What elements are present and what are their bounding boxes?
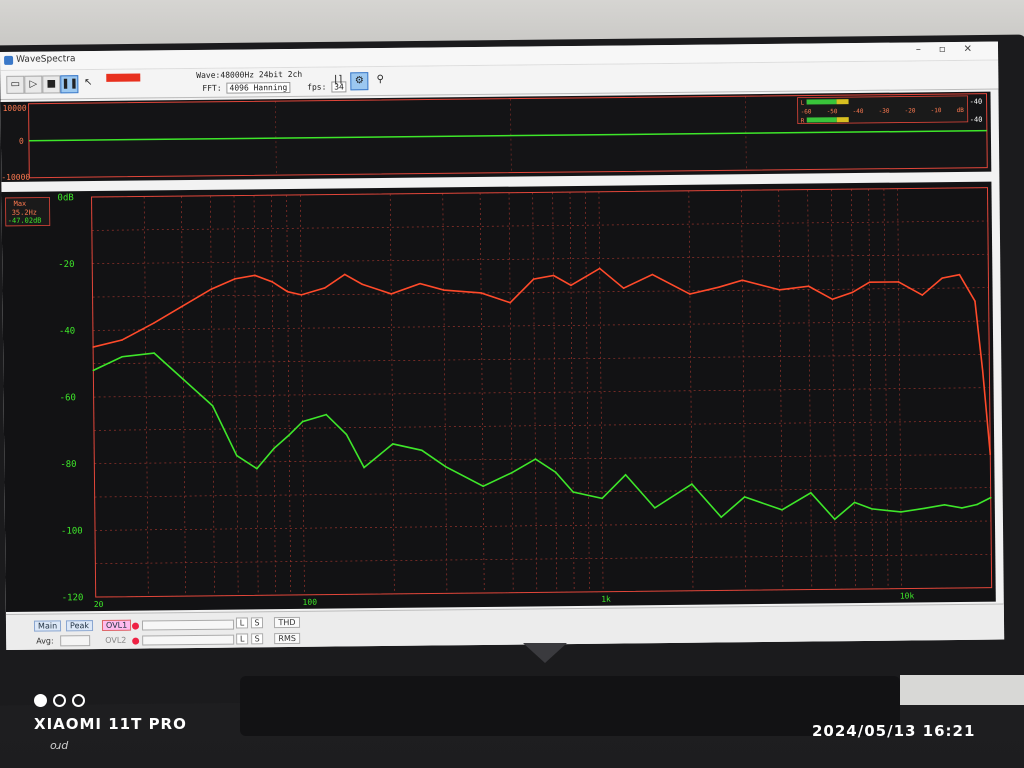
y-tick-label: -100 <box>61 526 83 536</box>
meter-scale: dB <box>957 107 965 114</box>
thd-button[interactable]: THD <box>273 616 301 629</box>
wave-y-mid: 0 <box>19 137 24 146</box>
s-button-2[interactable]: S <box>251 633 264 645</box>
level-slider-1[interactable] <box>141 619 235 631</box>
fps-label: fps: <box>307 82 327 92</box>
watermark-model: XIAOMI 11T PRO <box>34 715 187 733</box>
fft-info: FFT: 4096 Hanning fps: 34 <box>202 81 347 94</box>
grid-line-horizontal <box>92 254 989 265</box>
fft-label: FFT: <box>202 83 222 93</box>
waveform-panel: 10000 0 -10000 5 10 15 ms 20 L -60 -50 -… <box>0 91 992 187</box>
ovl1-led <box>131 622 140 630</box>
level-slider-2[interactable] <box>142 634 235 646</box>
grid-line-horizontal <box>94 487 991 498</box>
settings-icon[interactable]: ⚙ <box>350 72 369 91</box>
window-title: WaveSpectra <box>16 54 76 65</box>
wave-x-tick: 20 <box>932 171 942 180</box>
play-icon[interactable]: ▷ <box>24 75 43 94</box>
bezel-brand-text: pro <box>50 740 69 753</box>
close-button[interactable]: ✕ <box>964 44 991 55</box>
grid-line-horizontal <box>92 287 989 298</box>
grid-line-horizontal <box>92 320 989 331</box>
record-level-bar <box>106 73 141 82</box>
grid-line-horizontal <box>91 220 988 231</box>
ovl2-indicator: OVL2 <box>105 635 127 645</box>
grid-line-horizontal <box>94 454 991 465</box>
spectrum-panel: 0dB -20 -40 -60 -80 -100 -120 20 100 1k 10k Max 3… <box>1 181 996 612</box>
y-tick-label: -80 <box>60 460 76 470</box>
y-tick-label: -120 <box>62 593 84 603</box>
wave-x-tick: 10 <box>507 176 517 182</box>
app-icon <box>4 55 14 65</box>
pause-icon[interactable]: ❚❚ <box>60 75 79 94</box>
fft-select[interactable]: 4096 Hanning <box>226 81 291 94</box>
meter-r-value: -40 <box>970 116 983 124</box>
meter-scale: -60 <box>801 109 812 116</box>
l-button[interactable]: L <box>235 617 249 629</box>
camera-watermark: XIAOMI 11T PRO <box>34 694 187 733</box>
stop-icon[interactable]: ■ <box>42 75 61 94</box>
wave-value: 48000Hz 24bit 2ch <box>220 69 303 80</box>
x-tick-label: 100 <box>302 598 317 607</box>
wave-x-unit: ms <box>831 172 841 181</box>
window-controls[interactable]: –▫✕ <box>916 44 990 56</box>
x-tick-label: 10k <box>900 591 915 600</box>
x-tick-label: 20 <box>94 600 104 609</box>
wave-x-tick: 5 <box>274 178 279 182</box>
grid-line-horizontal <box>93 354 990 365</box>
grid-line-horizontal <box>93 420 990 431</box>
peak-button[interactable]: Peak <box>65 620 94 632</box>
ovl2-led <box>132 637 140 645</box>
x-tick-label: 1k <box>601 595 611 604</box>
spectrum-chart: 0dB -20 -40 -60 -80 -100 -120 20 100 1k 10k Max 3… <box>5 187 993 609</box>
grid-line-vertical <box>569 192 575 593</box>
meter-scale: -50 <box>827 108 838 115</box>
folder-icon[interactable]: ▭ <box>6 75 25 94</box>
meter-r-label: R <box>801 118 805 125</box>
ovl1-indicator: OVL1 <box>101 619 132 631</box>
wave-label: Wave: <box>196 70 221 80</box>
laptop-logo <box>523 643 567 663</box>
avg-select[interactable] <box>60 635 91 647</box>
y-tick-label: -20 <box>58 260 74 270</box>
wave-x-tick: 15 <box>742 173 752 182</box>
meter-scale: -20 <box>905 107 916 114</box>
readout-level: -47.02dB <box>8 217 42 225</box>
rms-button[interactable]: RMS <box>274 632 301 645</box>
y-tick-label: -60 <box>60 393 76 403</box>
avg-label: Avg: <box>36 636 54 646</box>
watermark-timestamp: 2024/05/13 16:21 <box>812 722 976 740</box>
y-tick-label: 0dB <box>57 193 73 203</box>
laptop-screen: WaveSpectra –▫✕ ▭ ▷ ■ ❚❚ ↖ Wave:48000Hz … <box>0 41 1005 650</box>
maximize-button[interactable]: ▫ <box>939 44 964 55</box>
series-right-line <box>92 352 992 521</box>
readout-box: Max 35.2Hz -47.02dB <box>5 197 51 227</box>
wave-info: Wave:48000Hz 24bit 2ch <box>196 70 302 80</box>
s-button[interactable]: S <box>250 617 264 629</box>
meter-l-value: -40 <box>970 98 983 106</box>
meter-scale: -40 <box>853 108 864 115</box>
cursor-icon[interactable]: ↖ <box>80 75 96 91</box>
grid-line-horizontal <box>95 554 992 564</box>
y-tick-label: -40 <box>59 327 75 337</box>
laptop-hinge <box>240 676 900 736</box>
wave-y-bottom: -10000 <box>1 173 30 182</box>
meter-scale: -10 <box>931 107 942 114</box>
wave-y-top: 10000 <box>3 104 27 113</box>
waveform-svg: 10000 0 -10000 5 10 15 ms 20 L -60 -50 -… <box>1 93 988 187</box>
grid-line-horizontal <box>93 387 990 398</box>
minimize-button[interactable]: – <box>916 44 939 55</box>
meter-l-label: L <box>801 100 805 107</box>
level-meter: L -60 -50 -40 -30 -20 -10 dB R -40 -40 <box>797 95 983 125</box>
meter-scale: -30 <box>879 108 890 115</box>
readout-freq: 35.2Hz <box>12 209 37 217</box>
waveform-icon[interactable]: ⌊⌉ <box>330 72 346 88</box>
readout-label: Max <box>14 200 27 208</box>
l-button-2[interactable]: L <box>236 633 249 645</box>
laptop-base <box>900 675 1024 705</box>
watermark-dots <box>34 694 187 707</box>
grid-line-horizontal <box>95 520 991 531</box>
magnifier-icon[interactable]: ⚲ <box>372 72 388 88</box>
main-button[interactable]: Main <box>33 620 62 632</box>
